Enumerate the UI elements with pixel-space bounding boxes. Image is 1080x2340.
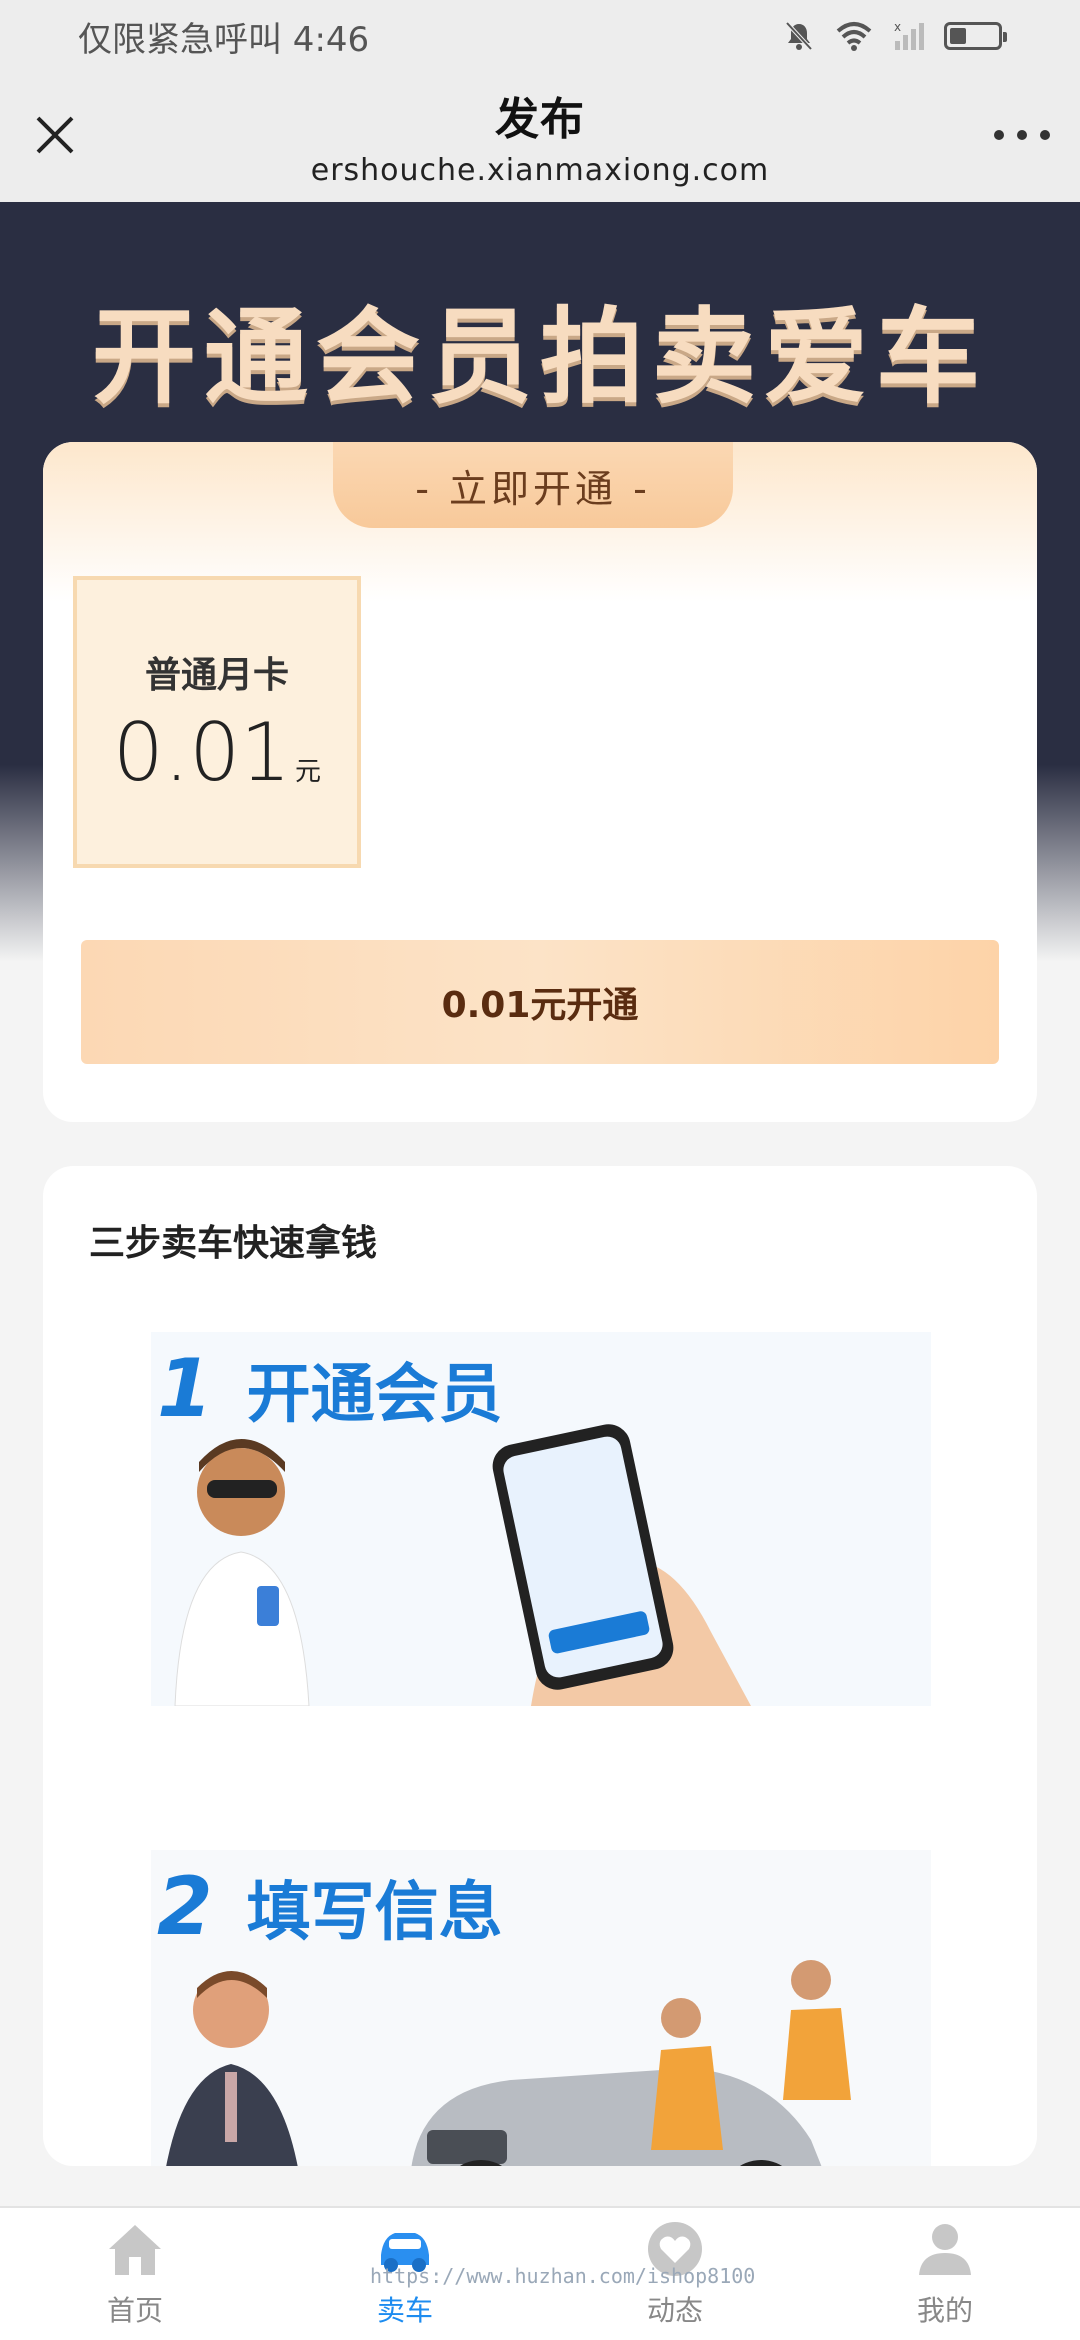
nav-title-group: 发布 ershouche.xianmaxiong.com	[311, 83, 770, 188]
home-icon	[109, 2225, 161, 2275]
user-icon	[919, 2224, 971, 2275]
tab-home-label: 首页	[106, 2294, 163, 2327]
open-membership-button[interactable]: 0.01元开通	[81, 940, 999, 1064]
step-2-image: 2 填写信息	[151, 1850, 931, 2166]
plan-name: 普通月卡	[144, 654, 289, 696]
battery-icon	[944, 22, 1007, 50]
more-icon[interactable]	[994, 120, 1050, 150]
signal-icon: x	[894, 20, 924, 50]
steps-title: 三步卖车快速拿钱	[89, 1223, 378, 1264]
plan-price-value: 0.01	[112, 705, 292, 799]
status-bar: 仅限紧急呼叫 4:46 x	[0, 0, 1080, 72]
step-2-illustration	[166, 1960, 851, 2166]
plan-option-monthly[interactable]: 普通月卡 0.01 元	[73, 576, 361, 868]
tab-mine[interactable]: 我的	[845, 2219, 1045, 2329]
step-1-image: 1 开通会员	[151, 1332, 931, 1706]
step-1-illustration	[174, 1424, 751, 1706]
page-url: ershouche.xianmaxiong.com	[310, 152, 770, 188]
tab-sell-car-label: 卖车	[376, 2294, 433, 2327]
status-icons: x	[782, 19, 1007, 53]
hero-title: 开通会员拍卖爱车	[91, 296, 988, 418]
plan-price: 0.01 元	[113, 706, 321, 799]
tab-activity-label: 动态	[646, 2294, 703, 2327]
mute-bell-icon	[785, 21, 813, 51]
plan-price-unit: 元	[295, 756, 322, 787]
page-title: 发布	[494, 93, 585, 145]
close-icon[interactable]	[32, 112, 78, 158]
nav-bar: 发布 ershouche.xianmaxiong.com	[0, 72, 1080, 202]
wifi-icon	[836, 22, 872, 51]
steps-card: 三步卖车快速拿钱 1 开通会员 2 填写信息	[43, 1166, 1037, 2166]
open-now-tab: - 立即开通 -	[333, 442, 733, 528]
watermark-text: https://www.huzhan.com/ishop8100	[370, 2264, 756, 2288]
status-text: 仅限紧急呼叫 4:46	[78, 19, 370, 60]
membership-card: - 立即开通 - 普通月卡 0.01 元 0.01元开通	[43, 442, 1037, 1122]
tab-mine-label: 我的	[916, 2294, 973, 2327]
tab-home[interactable]: 首页	[35, 2219, 235, 2329]
svg-text:x: x	[894, 20, 901, 34]
